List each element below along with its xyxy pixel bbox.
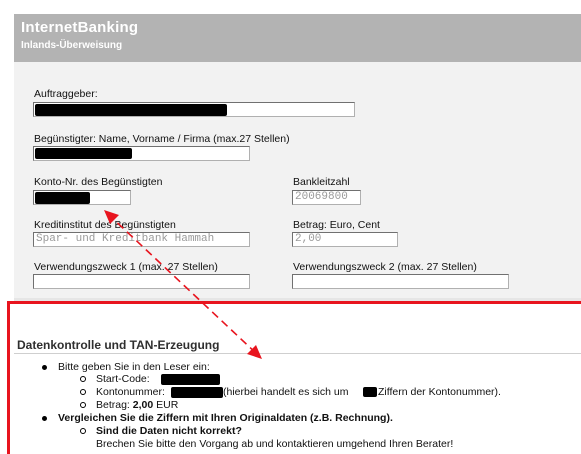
arrow-head-start bbox=[104, 210, 119, 224]
annotation-arrow bbox=[104, 210, 262, 359]
arrow-head-end bbox=[247, 345, 262, 359]
arrow-line bbox=[107, 213, 259, 356]
